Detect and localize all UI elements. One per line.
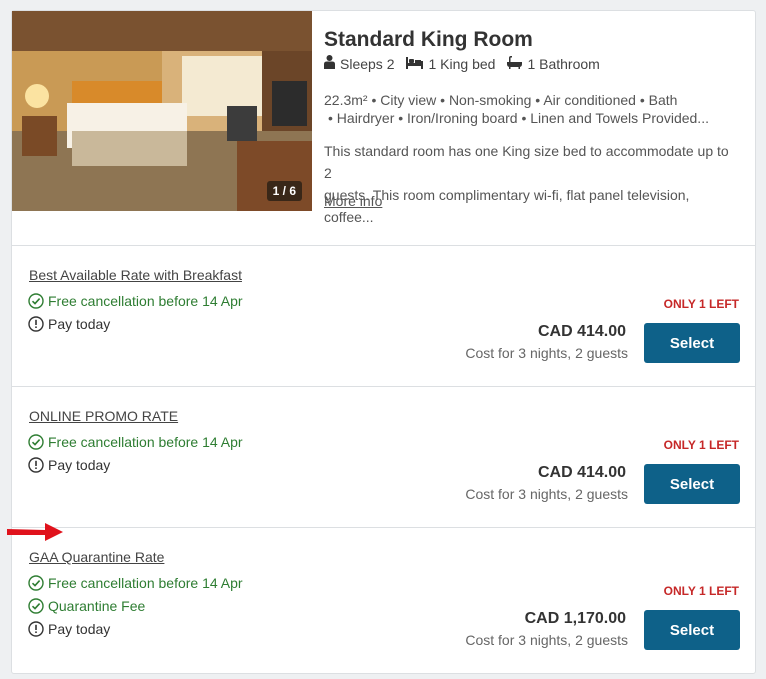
feature-item: Pay today [28, 316, 110, 332]
info-circle-icon [28, 457, 44, 473]
feature-text: Free cancellation before 14 Apr [48, 434, 243, 450]
room-meta: Sleeps 2 1 King bed 1 Bathroom [324, 55, 600, 72]
rate-name-link[interactable]: Best Available Rate with Breakfast [29, 267, 242, 283]
feature-item: Free cancellation before 14 Apr [28, 434, 243, 450]
info-circle-icon [28, 621, 44, 637]
bed-icon [406, 56, 424, 72]
amenities: 22.3m² • City view • Non-smoking • Air c… [324, 91, 734, 127]
room-photo[interactable]: 1 / 6 [12, 11, 312, 211]
room-card: 1 / 6 Standard King Room Sleeps 2 1 King… [11, 10, 756, 674]
select-button[interactable]: Select [644, 610, 740, 650]
rate-option: Best Available Rate with Breakfast Free … [12, 246, 755, 386]
room-title: Standard King Room [324, 28, 533, 51]
feature-text: Free cancellation before 14 Apr [48, 575, 243, 591]
person-icon [324, 55, 335, 72]
select-button[interactable]: Select [644, 323, 740, 363]
check-circle-icon [28, 598, 44, 614]
feature-item: Pay today [28, 457, 110, 473]
check-circle-icon [28, 434, 44, 450]
feature-text: Pay today [48, 621, 111, 637]
availability-badge: ONLY 1 LEFT [663, 438, 739, 452]
rate-price: CAD 1,170.00 [524, 610, 626, 627]
amenities-line: 22.3m² • City view • Non-smoking • Air c… [324, 92, 678, 108]
bed-label: 1 King bed [428, 55, 496, 72]
feature-text: Pay today [48, 457, 111, 473]
bathroom-label: 1 Bathroom [527, 55, 600, 72]
room-description: This standard room has one King size bed… [324, 140, 734, 228]
cost-note: Cost for 3 nights, 2 guests [465, 486, 628, 502]
feature-item: Pay today [28, 621, 110, 637]
rate-name-link[interactable]: ONLINE PROMO RATE [29, 408, 178, 424]
annotation-arrow-icon [7, 523, 63, 541]
sleeps-label: Sleeps 2 [340, 55, 395, 72]
select-button[interactable]: Select [644, 464, 740, 504]
rate-name-link[interactable]: GAA Quarantine Rate [29, 549, 164, 565]
rate-price: CAD 414.00 [537, 464, 626, 481]
check-circle-icon [28, 575, 44, 591]
more-info-link[interactable]: More info [324, 193, 382, 209]
feature-item: Free cancellation before 14 Apr [28, 293, 243, 309]
availability-badge: ONLY 1 LEFT [663, 584, 739, 598]
description-line: guests. This room complimentary wi-fi, f… [324, 187, 690, 225]
image-counter: 1 / 6 [266, 181, 302, 201]
feature-item: Free cancellation before 14 Apr [28, 575, 243, 591]
availability-badge: ONLY 1 LEFT [663, 297, 739, 311]
check-circle-icon [28, 293, 44, 309]
bathtub-icon [507, 55, 523, 72]
cost-note: Cost for 3 nights, 2 guests [465, 632, 628, 648]
feature-text: Quarantine Fee [48, 598, 146, 614]
cost-note: Cost for 3 nights, 2 guests [465, 345, 628, 361]
amenities-line: • Hairdryer • Iron/Ironing board • Linen… [328, 110, 709, 126]
info-circle-icon [28, 316, 44, 332]
feature-text: Pay today [48, 316, 111, 332]
feature-text: Free cancellation before 14 Apr [48, 293, 243, 309]
description-line: This standard room has one King size bed… [324, 143, 729, 181]
rate-option: ONLINE PROMO RATE Free cancellation befo… [12, 387, 755, 527]
rate-price: CAD 414.00 [537, 323, 626, 340]
rate-option: GAA Quarantine Rate Free cancellation be… [12, 528, 755, 674]
feature-item: Quarantine Fee [28, 598, 145, 614]
